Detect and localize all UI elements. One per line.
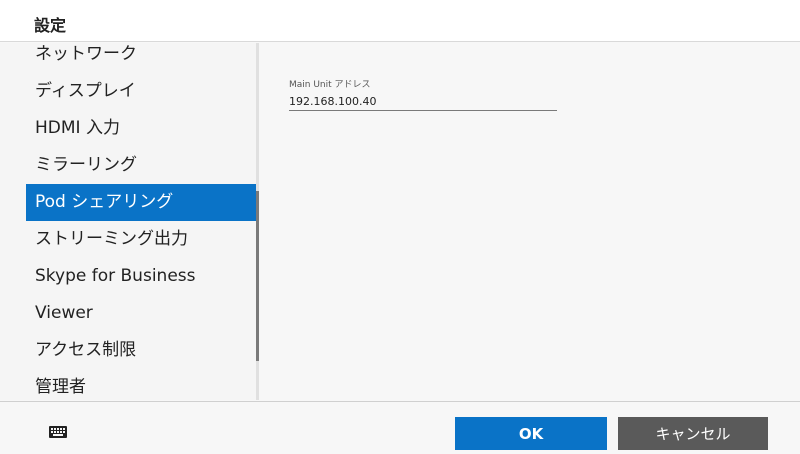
sidebar-item-label: 管理者 <box>35 377 86 397</box>
sidebar-item-label: HDMI 入力 <box>35 118 120 138</box>
sidebar-item-viewer[interactable]: Viewer <box>26 295 256 332</box>
sidebar-item-access-restriction[interactable]: アクセス制限 <box>26 332 256 369</box>
sidebar-item-label: ミラーリング <box>35 155 137 175</box>
sidebar-scrollbar-thumb[interactable] <box>256 191 259 361</box>
sidebar-item-streaming-output[interactable]: ストリーミング出力 <box>26 221 256 258</box>
sidebar-item-label: Viewer <box>35 303 93 323</box>
settings-window: 設定 ネットワーク ディスプレイ HDMI 入力 ミラーリング Pod シェアリ… <box>0 0 800 454</box>
sidebar-item-label: ストリーミング出力 <box>35 229 188 249</box>
window-title: 設定 <box>34 16 67 35</box>
sidebar-item-label: Skype for Business <box>35 266 196 286</box>
sidebar-item-mirroring[interactable]: ミラーリング <box>26 147 256 184</box>
sidebar-item-skype-for-business[interactable]: Skype for Business <box>26 258 256 295</box>
sidebar-item-network[interactable]: ネットワーク <box>26 43 256 73</box>
sidebar-item-pod-sharing[interactable]: Pod シェアリング <box>26 184 256 221</box>
main-unit-address-input[interactable] <box>289 93 557 111</box>
sidebar-list: ネットワーク ディスプレイ HDMI 入力 ミラーリング Pod シェアリング … <box>26 43 256 400</box>
cancel-button[interactable]: キャンセル <box>618 417 768 450</box>
sidebar-scrollbar[interactable] <box>256 43 259 400</box>
settings-content: Main Unit アドレス <box>262 43 800 400</box>
settings-sidebar: ネットワーク ディスプレイ HDMI 入力 ミラーリング Pod シェアリング … <box>0 43 258 400</box>
sidebar-item-administrator[interactable]: 管理者 <box>26 369 256 400</box>
dialog-footer: OK キャンセル <box>0 401 800 454</box>
sidebar-item-label: ディスプレイ <box>35 81 136 101</box>
title-bar: 設定 <box>0 0 800 42</box>
sidebar-item-label: ネットワーク <box>35 44 137 64</box>
sidebar-item-label: Pod シェアリング <box>35 192 174 212</box>
keyboard-icon[interactable] <box>48 424 68 438</box>
sidebar-item-display[interactable]: ディスプレイ <box>26 73 256 110</box>
main-unit-address-label: Main Unit アドレス <box>289 80 371 90</box>
ok-button[interactable]: OK <box>455 417 607 450</box>
sidebar-item-hdmi-input[interactable]: HDMI 入力 <box>26 110 256 147</box>
sidebar-item-label: アクセス制限 <box>35 340 137 360</box>
